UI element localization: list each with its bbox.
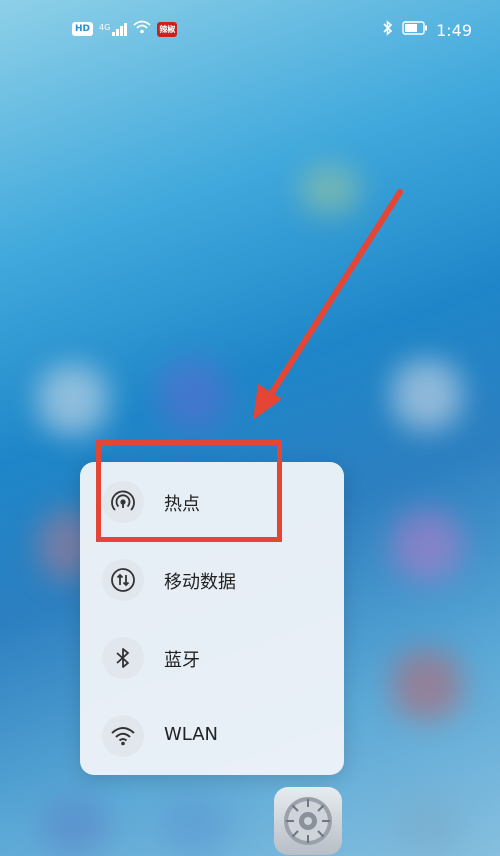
annotation-arrow [253, 189, 403, 420]
annotation-highlight-box [96, 440, 282, 542]
